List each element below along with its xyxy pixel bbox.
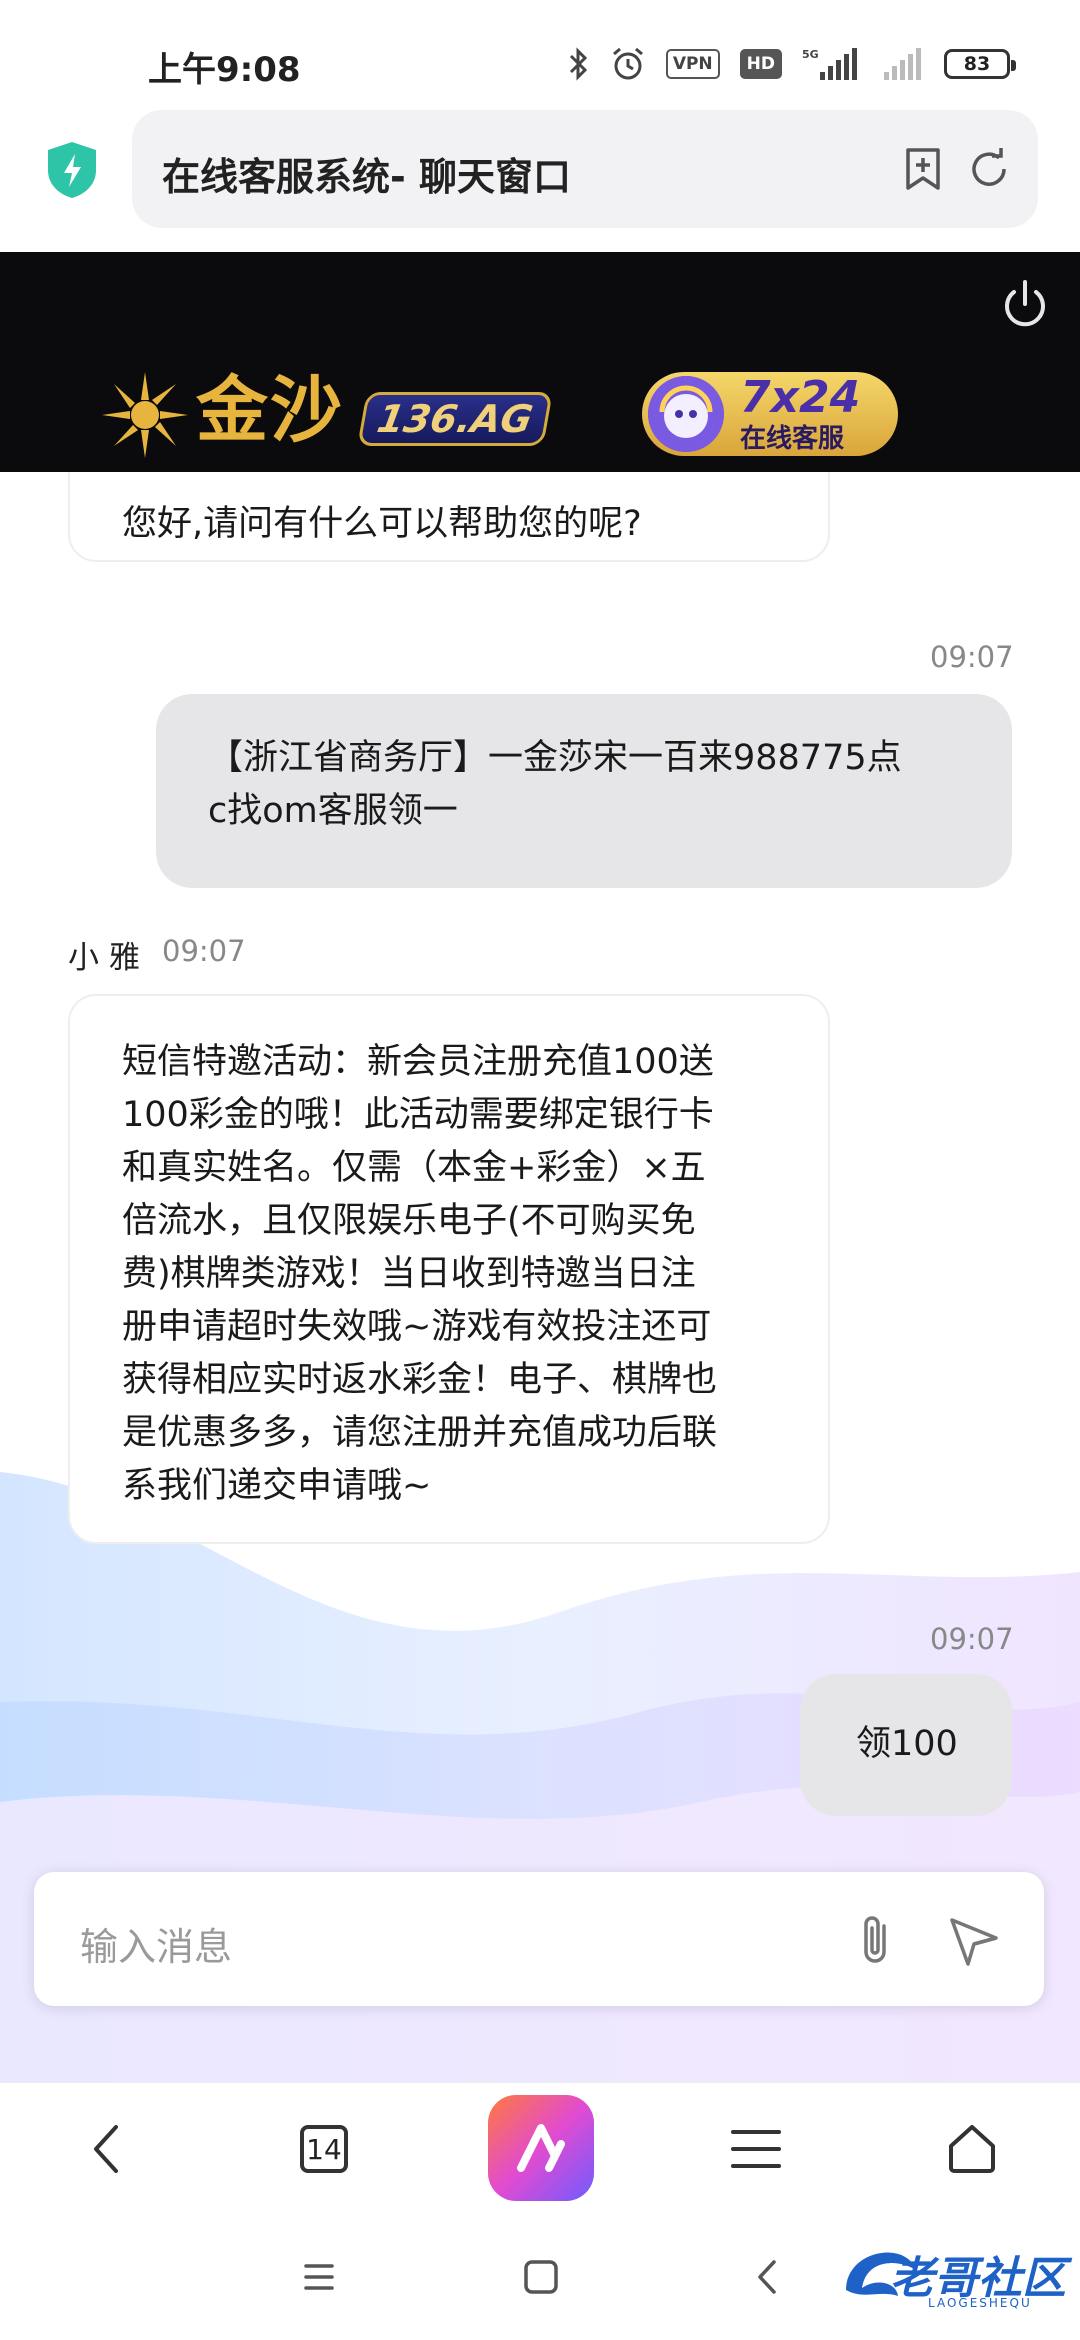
message-line: c找om客服领一 [208, 791, 458, 831]
page-title: 在线客服系统- 聊天窗口 [162, 155, 572, 199]
system-home-icon[interactable] [516, 2252, 566, 2302]
service-label: 在线客服 [740, 424, 845, 454]
tabs-button[interactable]: 14 [276, 2101, 372, 2197]
url-field[interactable]: 在线客服系统- 聊天窗口 [132, 110, 1038, 228]
back-arrow-icon [94, 2125, 118, 2173]
message-time: 09:07 [162, 934, 246, 968]
system-back-icon[interactable] [744, 2252, 794, 2302]
menu-icon [731, 2130, 781, 2168]
address-bar: 在线客服系统- 聊天窗口 [0, 110, 1080, 250]
home-icon [949, 2125, 995, 2173]
message-time: 09:07 [930, 640, 1014, 674]
message-line: 【浙江省商务厅】一金莎宋一百来988775点 [208, 738, 902, 778]
battery-level: 83 [963, 53, 991, 75]
logo-domain-badge: 136.AG [357, 392, 553, 446]
bluetooth-icon [569, 47, 587, 81]
battery-icon: 83 [944, 49, 1016, 79]
message-line: 费)棋牌类游戏！当日收到特邀当日注 [122, 1254, 696, 1294]
status-icons: VPN HD 5G 83 [568, 44, 1016, 84]
security-shield-icon[interactable] [44, 140, 100, 200]
message-line: 和真实姓名。仅需（本金+彩金）×五 [122, 1148, 706, 1188]
agent-message-text: 您好,请问有什么可以帮助您的呢? [122, 504, 642, 544]
status-bar: 上午9:08 VPN HD 5G 83 [0, 0, 1080, 110]
message-line: 倍流水，且仅限娱乐电子(不可购买免 [122, 1201, 696, 1241]
status-time: 上午9:08 [148, 50, 301, 90]
logo-domain: 136.AG [373, 397, 537, 441]
home-button[interactable] [924, 2101, 1020, 2197]
logo-sun-icon [102, 372, 188, 458]
message-line: 系我们递交申请哦~ [122, 1466, 432, 1506]
menu-button[interactable] [708, 2101, 804, 2197]
power-icon[interactable] [996, 276, 1054, 334]
attachment-icon[interactable] [850, 1912, 904, 1970]
network-label: 5G [802, 48, 819, 61]
back-button[interactable] [58, 2101, 154, 2197]
system-navigation-bar: 老哥社区 LAOGESHEQU [0, 2212, 1080, 2340]
sender-name: 小 雅 [68, 940, 140, 976]
add-bookmark-icon[interactable] [900, 146, 946, 192]
user-message-text: 领100 [856, 1724, 958, 1764]
site-header-banner: 金沙 136.AG 7x24 在线客服 [0, 252, 1080, 472]
tabs-count: 14 [300, 2125, 348, 2173]
browser-toolbar: 14 [0, 2082, 1080, 2212]
browser-logo-icon [488, 2095, 594, 2201]
browser-app-button[interactable] [488, 2095, 594, 2201]
signal-weak-icon [884, 48, 921, 80]
message-time: 09:07 [930, 1622, 1014, 1656]
message-input-placeholder[interactable]: 输入消息 [80, 1916, 232, 1971]
send-icon[interactable] [944, 1912, 1002, 1970]
message-line: 是优惠多多，请您注册并充值成功后联 [122, 1413, 718, 1453]
message-input[interactable]: 输入消息 [34, 1872, 1044, 2006]
vpn-badge: VPN [665, 49, 720, 79]
message-line: 册申请超时失效哦~游戏有效投注还可 [122, 1307, 712, 1347]
service-hours: 7x24 [740, 372, 861, 423]
hd-badge: HD [739, 49, 782, 79]
watermark-subtext: LAOGESHEQU [928, 2296, 1032, 2310]
recent-apps-icon[interactable] [294, 2252, 344, 2302]
signal-5g-icon: 5G [802, 48, 857, 80]
message-line: 短信特邀活动：新会员注册充值100送 [122, 1042, 714, 1082]
chat-window[interactable]: 您好,请问有什么可以帮助您的呢? 09:07 【浙江省商务厅】一金莎宋一百来98… [0, 472, 1080, 2082]
alarm-icon [612, 47, 643, 80]
watermark-logo: 老哥社区 LAOGESHEQU [836, 2230, 1066, 2320]
user-message-text: 【浙江省商务厅】一金莎宋一百来988775点 c找om客服领一 [208, 732, 988, 838]
agent-message-text: 短信特邀活动：新会员注册充值100送 100彩金的哦！此活动需要绑定银行卡 和真… [122, 1036, 822, 1513]
service-avatar-icon [648, 376, 724, 452]
online-service-badge[interactable]: 7x24 在线客服 [642, 372, 898, 456]
message-line: 100彩金的哦！此活动需要绑定银行卡 [122, 1095, 714, 1135]
message-line: 获得相应实时返水彩金！电子、棋牌也 [122, 1360, 718, 1400]
logo-text: 金沙 [196, 367, 345, 452]
reload-icon[interactable] [966, 146, 1012, 192]
